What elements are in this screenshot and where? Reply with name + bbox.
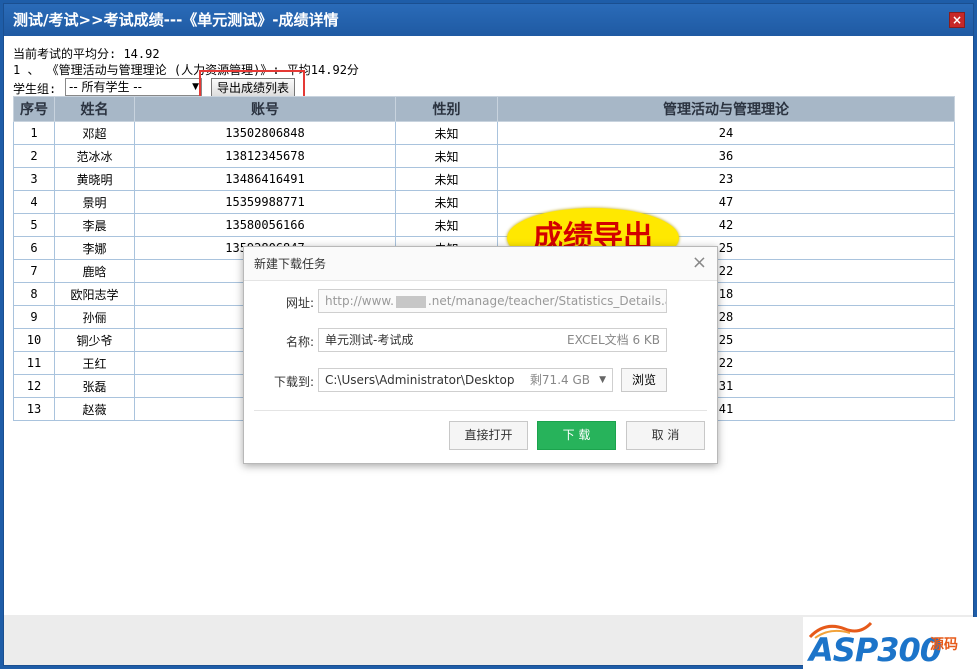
redaction-blur [395, 295, 426, 308]
logo-brand-cn: 源码 [930, 637, 958, 653]
row-index: 9 [13, 305, 55, 329]
table-row: 2 范冰冰 13812345678 未知 36 [13, 144, 955, 168]
row-index: 1 [13, 121, 55, 145]
row-index: 6 [13, 236, 55, 260]
student-name: 黄晓明 [54, 167, 135, 191]
student-account: 13486416491 [134, 167, 396, 191]
row-index: 12 [13, 374, 55, 398]
student-name: 李晨 [54, 213, 135, 237]
row-index: 7 [13, 259, 55, 283]
cancel-button[interactable]: 取 消 [626, 421, 705, 450]
row-index: 5 [13, 213, 55, 237]
student-gender: 未知 [395, 144, 498, 168]
student-score: 24 [497, 121, 955, 145]
row-index: 2 [13, 144, 55, 168]
watermark-logo: ASP300 源码 [803, 617, 977, 669]
row-index: 10 [13, 328, 55, 352]
student-score: 36 [497, 144, 955, 168]
row-index: 4 [13, 190, 55, 214]
header-account: 账号 [134, 96, 396, 122]
student-account: 13580056166 [134, 213, 396, 237]
student-gender: 未知 [395, 121, 498, 145]
student-name: 孙俪 [54, 305, 135, 329]
student-gender: 未知 [395, 190, 498, 214]
save-path-value: C:\Users\Administrator\Desktop [325, 373, 515, 387]
file-meta: EXCEL文档 6 KB [567, 333, 660, 347]
file-name-value: 单元测试-考试成 [325, 333, 414, 347]
url-suffix: .net/manage/teacher/Statistics_Details.a… [427, 294, 667, 308]
window-title: 测试/考试>>考试成绩---《单元测试》-成绩详情 [13, 11, 339, 29]
new-download-dialog: 新建下载任务 × 网址: http://www. .net/manage/teac… [243, 246, 718, 464]
student-score: 23 [497, 167, 955, 191]
table-header-row: 序号 姓名 账号 性别 管理活动与管理理论 [13, 96, 955, 122]
student-name: 王红 [54, 351, 135, 375]
logo-brand-text: ASP300 [809, 631, 942, 669]
student-name: 鹿晗 [54, 259, 135, 283]
window-titlebar: 测试/考试>>考试成绩---《单元测试》-成绩详情 [4, 4, 973, 36]
group-label: 学生组: [13, 82, 57, 96]
dialog-close-icon[interactable]: × [692, 253, 707, 273]
dialog-header: 新建下载任务 [244, 247, 717, 281]
row-index: 11 [13, 351, 55, 375]
open-directly-button[interactable]: 直接打开 [449, 421, 528, 450]
course-average-text: 1 、 《管理活动与管理理论 (人力资源管理)》: 平均14.92分 [13, 63, 359, 77]
student-name: 邓超 [54, 121, 135, 145]
file-name-label: 名称: [285, 335, 314, 349]
header-gender: 性别 [395, 96, 498, 122]
header-subject-score: 管理活动与管理理论 [497, 96, 955, 122]
student-name: 赵薇 [54, 397, 135, 421]
dialog-title: 新建下载任务 [254, 257, 327, 271]
table-row: 1 邓超 13502806848 未知 24 [13, 121, 955, 145]
save-path-label: 下载到: [273, 375, 314, 389]
table-row: 3 黄晓明 13486416491 未知 23 [13, 167, 955, 191]
student-gender: 未知 [395, 167, 498, 191]
student-name: 欧阳志学 [54, 282, 135, 306]
group-select-value: -- 所有学生 -- [69, 80, 142, 94]
download-button[interactable]: 下 载 [537, 421, 616, 450]
table-row: 5 李晨 13580056166 未知 42 [13, 213, 955, 237]
student-account: 13812345678 [134, 144, 396, 168]
student-account: 15359988771 [134, 190, 396, 214]
average-score-text: 当前考试的平均分: 14.92 [13, 47, 160, 61]
student-name: 景明 [54, 190, 135, 214]
header-index: 序号 [13, 96, 55, 122]
student-name: 铜少爷 [54, 328, 135, 352]
table-row: 4 景明 15359988771 未知 47 [13, 190, 955, 214]
dropdown-arrow-icon: ▼ [192, 82, 199, 92]
student-name: 范冰冰 [54, 144, 135, 168]
student-account: 13502806848 [134, 121, 396, 145]
row-index: 13 [13, 397, 55, 421]
student-name: 李娜 [54, 236, 135, 260]
save-path-select[interactable]: C:\Users\Administrator\Desktop 剩71.4 GB … [318, 368, 613, 392]
student-name: 张磊 [54, 374, 135, 398]
header-name: 姓名 [54, 96, 135, 122]
group-select[interactable]: -- 所有学生 -- ▼ [65, 78, 202, 96]
file-name-field[interactable]: 单元测试-考试成 EXCEL文档 6 KB [318, 328, 667, 352]
dropdown-arrow-icon: ▼ [599, 375, 606, 385]
browse-button[interactable]: 浏览 [621, 368, 667, 392]
url-label: 网址: [285, 296, 314, 310]
dialog-divider [254, 410, 707, 411]
row-index: 8 [13, 282, 55, 306]
window-close-button[interactable]: × [949, 12, 965, 28]
free-space-text: 剩71.4 GB [529, 373, 590, 387]
url-prefix: http://www. [325, 294, 394, 308]
student-gender: 未知 [395, 213, 498, 237]
url-field[interactable]: http://www. .net/manage/teacher/Statistic… [318, 289, 667, 313]
row-index: 3 [13, 167, 55, 191]
